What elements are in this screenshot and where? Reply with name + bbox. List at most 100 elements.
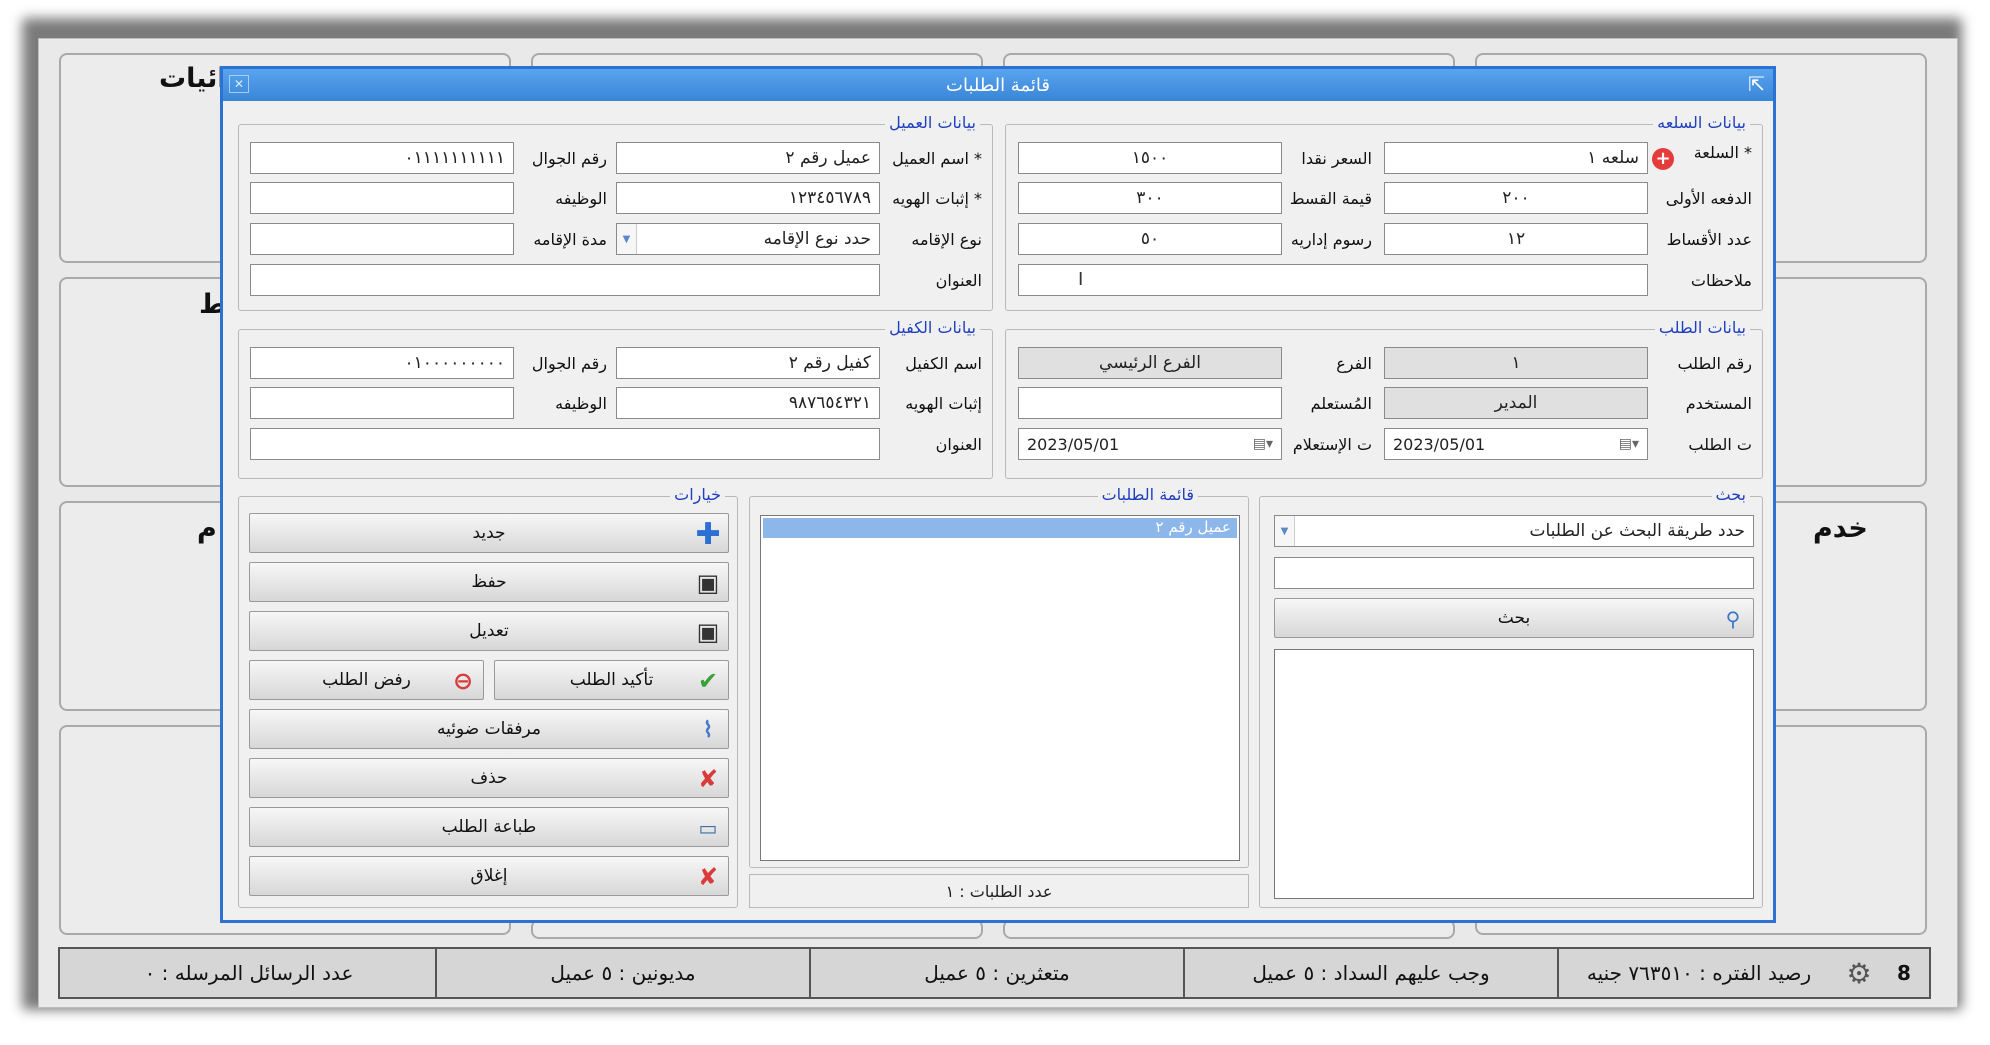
close-icon: ✘ [697, 863, 719, 891]
inquiry-date-value: 2023/05/01 [1027, 434, 1120, 454]
calendar-icon[interactable]: ▤▾ [1619, 436, 1639, 452]
product-group-title: بيانات السلعه [1653, 113, 1750, 132]
status-debtors: مديونين : ٥ عميل [435, 949, 809, 997]
inquiry-date-picker[interactable]: 2023/05/01 ▤▾ [1018, 428, 1282, 460]
plus-icon: ✚ [695, 516, 721, 552]
customer-job-field[interactable] [250, 182, 514, 214]
customer-mobile-field[interactable]: ٠١١١١١١١١١١ [250, 142, 514, 174]
edit-button-label: تعديل [469, 621, 509, 641]
search-group: بحث حدد طريقة البحث عن الطلبات ▼ ⚲ بحث [1259, 485, 1763, 908]
new-button[interactable]: ✚ جديد [249, 513, 729, 553]
status-due: وجب عليهم السداد : ٥ عميل [1183, 949, 1557, 997]
printer-icon: ▭ [698, 816, 718, 840]
calendar-icon[interactable]: ▤▾ [1253, 436, 1273, 452]
installment-value-label: قيمة القسط [1289, 189, 1372, 208]
checkmark-icon: ✔ [697, 667, 719, 695]
customer-id-label: * إثبات الهويه [892, 189, 982, 208]
delete-button[interactable]: ✘ حذف [249, 758, 729, 798]
residence-duration-label: مدة الإقامه [533, 230, 607, 249]
cash-price-field[interactable]: ١٥٠٠ [1018, 142, 1282, 174]
requests-list-group: قائمة الطلبات عميل رقم ٢ [749, 485, 1249, 868]
customer-address-field[interactable] [250, 264, 880, 296]
panel-heading: خدم [1813, 513, 1868, 544]
guarantor-job-label: الوظيفه [555, 394, 607, 413]
status-messages: عدد الرسائل المرسله : ٠ [144, 961, 354, 985]
request-date-picker[interactable]: 2023/05/01 ▤▾ [1384, 428, 1648, 460]
customer-group: بيانات العميل * اسم العميل عميل رقم ٢ رق… [238, 113, 993, 311]
customer-id-field[interactable]: ١٢٣٤٥٦٧٨٩ [616, 182, 880, 214]
edit-button[interactable]: ▣ تعديل [249, 611, 729, 651]
requests-list[interactable]: عميل رقم ٢ [760, 515, 1240, 861]
guarantor-id-label: إثبات الهويه [905, 394, 982, 413]
search-method-select[interactable]: حدد طريقة البحث عن الطلبات ▼ [1274, 515, 1754, 547]
admin-fees-field[interactable]: ٥٠ [1018, 223, 1282, 255]
down-payment-label: الدفعه الأولى [1665, 189, 1752, 208]
customer-name-field[interactable]: عميل رقم ٢ [616, 142, 880, 174]
search-button[interactable]: ⚲ بحث [1274, 598, 1754, 638]
list-item[interactable]: عميل رقم ٢ [763, 518, 1237, 538]
branch-field: الفرع الرئيسي [1018, 347, 1282, 379]
stop-icon: ⊖ [452, 667, 474, 695]
customer-job-label: الوظيفه [555, 189, 607, 208]
branch-label: الفرع [1336, 354, 1372, 373]
options-group: خيارات ✚ جديد ▣ حفظ ▣ تعديل ✔ تأكيد الطل… [238, 485, 738, 908]
search-input[interactable] [1274, 557, 1754, 589]
request-number-field: ١ [1384, 347, 1648, 379]
guarantor-job-field[interactable] [250, 387, 514, 419]
requests-list-title: قائمة الطلبات [1097, 485, 1198, 504]
chevron-down-icon[interactable]: ▼ [1275, 516, 1295, 546]
request-group: بيانات الطلب رقم الطلب ١ الفرع الفرع الر… [1005, 318, 1763, 479]
close-button-label: إغلاق [470, 866, 508, 886]
status-balance: رصيد الفتره : ٧٦٣٥١٠ جنيه [1557, 949, 1839, 997]
search-results-list[interactable] [1274, 649, 1754, 899]
reject-request-button[interactable]: ⊖ رفض الطلب [249, 660, 484, 700]
user-field: المدير [1384, 387, 1648, 419]
residence-type-label: نوع الإقامه [911, 230, 982, 249]
guarantor-mobile-label: رقم الجوال [531, 354, 607, 373]
guarantor-name-field[interactable]: كفيل رقم ٢ [616, 347, 880, 379]
confirm-request-label: تأكيد الطلب [569, 670, 654, 690]
search-method-value: حدد طريقة البحث عن الطلبات [1529, 521, 1745, 541]
residence-duration-field[interactable] [250, 223, 514, 255]
panel-heading: م [197, 513, 217, 544]
installments-count-field[interactable]: ١٢ [1384, 223, 1648, 255]
add-icon[interactable]: + [1652, 148, 1674, 170]
guarantor-name-label: اسم الكفيل [905, 354, 982, 373]
status-bar: 8 ⚙ رصيد الفتره : ٧٦٣٥١٠ جنيه وجب عليهم … [58, 947, 1931, 999]
item-field[interactable]: سلعه ١ [1384, 142, 1648, 174]
pin-icon[interactable]: ⇱ [1748, 72, 1765, 96]
new-button-label: جديد [472, 523, 506, 543]
customer-address-label: العنوان [935, 271, 982, 290]
customer-name-label: * اسم العميل [892, 149, 982, 168]
print-button[interactable]: ▭ طباعة الطلب [249, 807, 729, 847]
installment-value-field[interactable]: ٣٠٠ [1018, 182, 1282, 214]
attachments-button[interactable]: ⌇ مرفقات ضوئيه [249, 709, 729, 749]
delete-icon: ✘ [697, 765, 719, 793]
save-button-label: حفظ [471, 572, 507, 592]
save-button[interactable]: ▣ حفظ [249, 562, 729, 602]
down-payment-field[interactable]: ٢٠٠ [1384, 182, 1648, 214]
dialog-title: قائمة الطلبات [946, 74, 1050, 96]
chevron-down-icon[interactable]: ▼ [617, 224, 637, 254]
confirm-request-button[interactable]: ✔ تأكيد الطلب [494, 660, 729, 700]
guarantor-id-field[interactable]: ٩٨٧٦٥٤٣٢١ [616, 387, 880, 419]
save-edit-icon: ▣ [696, 618, 720, 646]
inquirer-field[interactable] [1018, 387, 1282, 419]
customer-group-title: بيانات العميل [885, 113, 980, 132]
user-label: المستخدم [1685, 394, 1752, 413]
delete-button-label: حذف [470, 768, 508, 788]
close-button[interactable]: ✘ إغلاق [249, 856, 729, 896]
guarantor-mobile-field[interactable]: ٠١٠٠٠٠٠٠٠٠٠ [250, 347, 514, 379]
inquiry-date-label: ت الإستعلام [1292, 435, 1372, 454]
residence-type-select[interactable]: حدد نوع الإقامه ▼ [616, 223, 880, 255]
request-date-label: ت الطلب [1688, 435, 1752, 454]
gear-icon[interactable]: ⚙ [1839, 949, 1879, 997]
notes-field[interactable] [1018, 264, 1648, 296]
search-group-title: بحث [1711, 485, 1750, 504]
item-label: * السلعة [1693, 143, 1752, 162]
requests-dialog: قائمة الطلبات ✕ ⇱ بيانات السلعه * السلعة… [220, 66, 1776, 923]
guarantor-address-field[interactable] [250, 428, 880, 460]
close-icon[interactable]: ✕ [229, 75, 249, 93]
dialog-titlebar[interactable]: قائمة الطلبات ✕ ⇱ [223, 69, 1773, 101]
panel-heading: ائيات [159, 63, 227, 94]
